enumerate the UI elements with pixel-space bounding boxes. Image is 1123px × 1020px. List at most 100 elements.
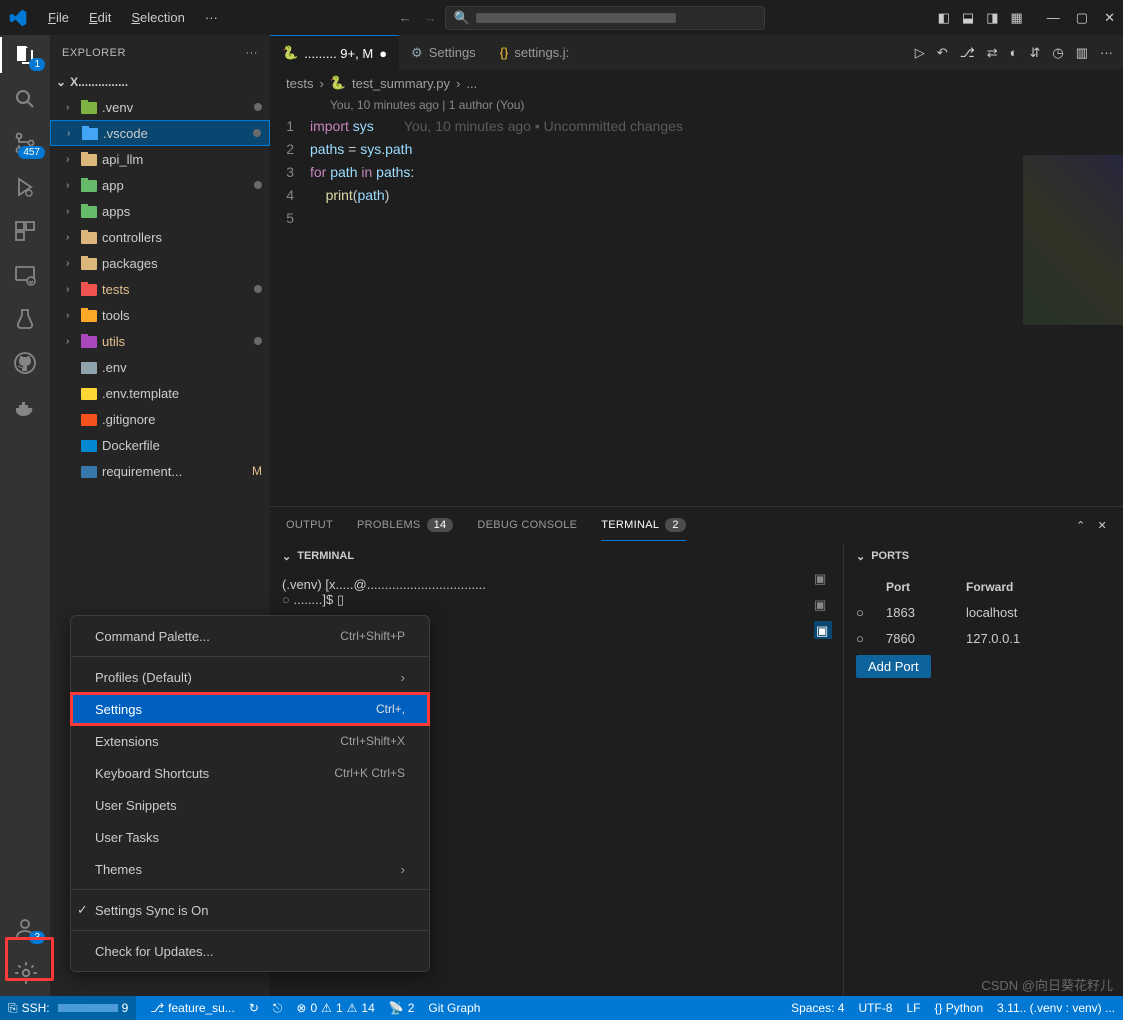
layout-primary-icon[interactable]: ◧: [938, 10, 950, 26]
menu-item-user-snippets[interactable]: User Snippets: [71, 789, 429, 821]
tree-item-apps[interactable]: › apps: [50, 198, 270, 224]
tree-item-api_llm[interactable]: › api_llm: [50, 146, 270, 172]
live-share-icon[interactable]: ⎋: [273, 1001, 283, 1016]
terminal-instance-icon[interactable]: ▣: [814, 621, 832, 639]
docker-icon[interactable]: [13, 395, 37, 419]
nav-forward-icon[interactable]: →: [424, 10, 437, 25]
port-row[interactable]: ○7860127.0.0.1: [856, 625, 1111, 651]
tree-item-tools[interactable]: › tools: [50, 302, 270, 328]
problems-indicator[interactable]: ⊗0 ⚠1 ⚠14: [296, 1001, 374, 1015]
layout-icon[interactable]: ▥: [1076, 45, 1088, 61]
menu-item-user-tasks[interactable]: User Tasks: [71, 821, 429, 853]
menu-item-check-for-updates-[interactable]: Check for Updates...: [71, 935, 429, 967]
menu-selection[interactable]: Selection: [123, 6, 192, 29]
panel-tab-debug[interactable]: DEBUG CONSOLE: [477, 519, 577, 531]
minimap[interactable]: [1023, 155, 1123, 325]
editor-tab[interactable]: {}settings.j:: [488, 35, 582, 71]
menu-edit[interactable]: Edit: [81, 6, 119, 29]
menu-item-settings[interactable]: SettingsCtrl+,: [71, 693, 429, 725]
watermark: CSDN @向日葵花籽儿: [981, 975, 1113, 994]
terminal-instance-icon[interactable]: ▣: [814, 597, 832, 615]
panel-tab-problems[interactable]: PROBLEMS14: [357, 518, 453, 532]
menu-file[interactable]: File: [40, 6, 77, 29]
undo-icon[interactable]: ↶: [937, 45, 948, 61]
chevron-right-icon: ›: [66, 310, 76, 321]
tree-item-controllers[interactable]: › controllers: [50, 224, 270, 250]
tree-item-tests[interactable]: › tests: [50, 276, 270, 302]
testing-icon[interactable]: [13, 307, 37, 331]
nav-back-icon[interactable]: ←: [399, 10, 412, 25]
maximize-icon[interactable]: ▢: [1076, 10, 1088, 26]
panel-close-icon[interactable]: ✕: [1097, 519, 1107, 532]
tree-item-requirement[interactable]: requirement... M: [50, 458, 270, 484]
diff-icon[interactable]: ◐: [1010, 45, 1018, 61]
close-icon[interactable]: ✕: [1104, 10, 1115, 26]
codelens[interactable]: You, 10 minutes ago | 1 author (You): [270, 95, 1123, 115]
vscode-logo-icon: [8, 8, 28, 28]
indentation-indicator[interactable]: Spaces: 4: [791, 1001, 844, 1015]
extensions-icon[interactable]: [13, 219, 37, 243]
layout-customize-icon[interactable]: ▦: [1011, 10, 1023, 26]
tree-item-vscode[interactable]: › .vscode: [50, 120, 270, 146]
language-indicator[interactable]: {} Python: [934, 1001, 983, 1015]
explorer-icon[interactable]: 1: [13, 43, 37, 67]
panel-tab-terminal[interactable]: TERMINAL2: [601, 518, 685, 541]
breadcrumb[interactable]: tests› 🐍test_summary.py› ...: [270, 71, 1123, 95]
tree-item-Dockerfile[interactable]: Dockerfile: [50, 432, 270, 458]
tree-item-venv[interactable]: › .venv: [50, 94, 270, 120]
tree-item-app[interactable]: › app: [50, 172, 270, 198]
play-icon[interactable]: ▷: [915, 45, 925, 61]
tree-item-env[interactable]: .env: [50, 354, 270, 380]
editor-tab[interactable]: 🐍......... 9+, M●: [270, 35, 399, 71]
search-icon[interactable]: [13, 87, 37, 111]
menu-item-profiles-default-[interactable]: Profiles (Default)›: [71, 661, 429, 693]
tree-item-utils[interactable]: › utils: [50, 328, 270, 354]
panel-tab-output[interactable]: OUTPUT: [286, 519, 333, 531]
terminal-instance-icon[interactable]: ▣: [814, 571, 832, 589]
tree-item-gitignore[interactable]: .gitignore: [50, 406, 270, 432]
minimize-icon[interactable]: —: [1047, 10, 1060, 26]
clock-icon[interactable]: ◷: [1052, 45, 1063, 61]
layout-secondary-icon[interactable]: ◨: [986, 10, 998, 26]
menu-item-extensions[interactable]: ExtensionsCtrl+Shift+X: [71, 725, 429, 757]
folder-header[interactable]: ⌄ X...............: [50, 70, 270, 94]
layout-panel-icon[interactable]: ⬓: [962, 10, 974, 26]
chevron-down-icon[interactable]: ⌄: [282, 550, 291, 563]
scm-badge: 457: [18, 146, 45, 159]
arrows-icon[interactable]: ⇵: [1029, 45, 1040, 61]
remote-explorer-icon[interactable]: [13, 263, 37, 287]
port-row[interactable]: ○1863localhost: [856, 599, 1111, 625]
menu-item-command-palette-[interactable]: Command Palette...Ctrl+Shift+P: [71, 620, 429, 652]
menu-item-settings-sync-is-on[interactable]: ✓Settings Sync is On: [71, 894, 429, 926]
code-editor[interactable]: You, 10 minutes ago | 1 author (You) 1im…: [270, 95, 1123, 506]
eol-indicator[interactable]: LF: [906, 1001, 920, 1015]
tree-item-packages[interactable]: › packages: [50, 250, 270, 276]
sync-indicator[interactable]: ↻: [249, 1001, 259, 1015]
ports-col-port: Port: [886, 580, 966, 594]
chevron-down-icon[interactable]: ⌄: [856, 550, 865, 563]
branch-icon[interactable]: ⎇: [960, 45, 975, 61]
more-icon[interactable]: ···: [1100, 45, 1113, 61]
explorer-more-icon[interactable]: ···: [246, 47, 259, 59]
gitgraph-indicator[interactable]: Git Graph: [428, 1001, 480, 1015]
run-debug-icon[interactable]: [13, 175, 37, 199]
chevron-right-icon: ›: [66, 232, 76, 243]
remote-indicator[interactable]: ⎘SSH: 9: [0, 996, 136, 1020]
panel-maximize-icon[interactable]: ⌃: [1076, 519, 1086, 532]
compare-icon[interactable]: ⇄: [987, 45, 998, 61]
menu-item-keyboard-shortcuts[interactable]: Keyboard ShortcutsCtrl+K Ctrl+S: [71, 757, 429, 789]
source-control-icon[interactable]: 457: [13, 131, 37, 155]
encoding-indicator[interactable]: UTF-8: [858, 1001, 892, 1015]
add-port-button[interactable]: Add Port: [856, 655, 931, 678]
command-center[interactable]: 🔍: [445, 6, 765, 30]
editor-tab[interactable]: ⚙Settings: [399, 35, 488, 71]
interpreter-indicator[interactable]: 3.11.. (.venv : venv) ...: [997, 1001, 1115, 1015]
menu-more[interactable]: ···: [197, 6, 226, 29]
branch-indicator[interactable]: ⎇feature_su...: [150, 1001, 235, 1015]
menu-item-themes[interactable]: Themes›: [71, 853, 429, 885]
chevron-right-icon: ›: [67, 128, 77, 139]
terminal[interactable]: (.venv) [x.....@........................…: [270, 569, 803, 616]
github-icon[interactable]: [13, 351, 37, 375]
ports-indicator[interactable]: 📡2: [389, 1001, 415, 1015]
tree-item-envtemplate[interactable]: .env.template: [50, 380, 270, 406]
